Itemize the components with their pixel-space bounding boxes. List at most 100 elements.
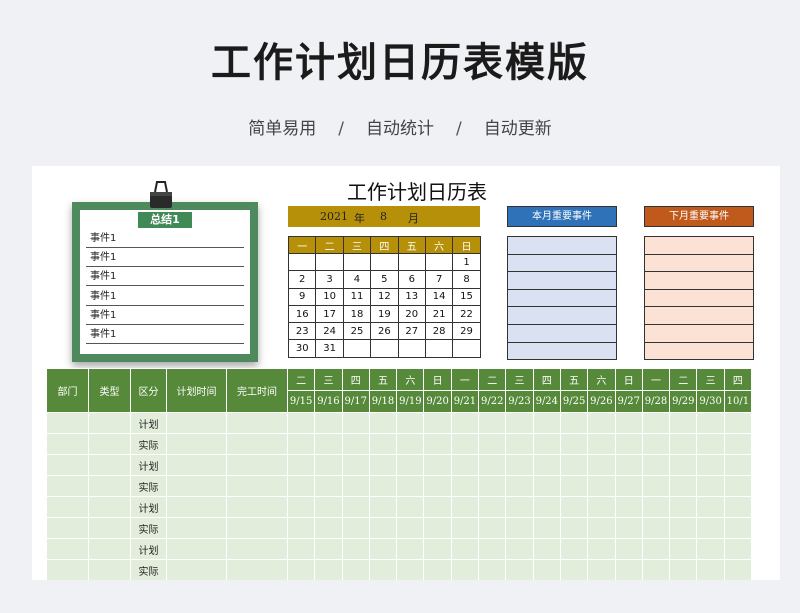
grid-cell[interactable] (532, 559, 561, 580)
calendar-day-cell[interactable]: 25 (342, 322, 372, 341)
grid-cell[interactable] (341, 475, 370, 497)
grid-cell[interactable] (669, 454, 698, 476)
calendar-day-cell[interactable]: 12 (370, 287, 399, 306)
calendar-day-cell[interactable]: 2 (287, 270, 317, 289)
calendar-day-cell[interactable]: 24 (315, 322, 344, 341)
grid-cell[interactable] (559, 517, 589, 539)
calendar-day-cell[interactable]: 26 (370, 322, 399, 341)
grid-cell[interactable] (341, 538, 370, 560)
calendar-day-cell[interactable]: 21 (424, 304, 454, 324)
grid-cell[interactable] (587, 475, 616, 497)
calendar-day-cell[interactable]: 7 (424, 270, 454, 289)
grid-cell[interactable] (286, 475, 316, 497)
event-cell[interactable] (644, 271, 754, 290)
grid-cell[interactable] (314, 559, 343, 580)
grid-cell[interactable] (478, 454, 507, 476)
grid-cell[interactable] (532, 475, 561, 497)
grid-cell[interactable] (341, 496, 370, 518)
grid-cell[interactable] (423, 538, 452, 560)
calendar-day-cell[interactable] (370, 339, 399, 358)
grid-cell[interactable] (166, 433, 227, 455)
grid-cell[interactable] (423, 559, 452, 580)
row-category-label[interactable]: 实际 (130, 475, 167, 497)
grid-cell[interactable] (368, 538, 398, 560)
grid-cell[interactable] (614, 538, 643, 560)
grid-cell[interactable] (368, 475, 398, 497)
calendar-day-cell[interactable]: 10 (315, 287, 344, 306)
calendar-day-cell[interactable]: 3 (315, 270, 344, 289)
grid-cell[interactable] (286, 412, 316, 434)
calendar-day-cell[interactable] (397, 339, 426, 358)
grid-cell[interactable] (286, 433, 316, 455)
event-cell[interactable] (644, 253, 754, 273)
grid-cell[interactable] (423, 454, 452, 476)
event-cell[interactable] (644, 288, 754, 308)
grid-cell[interactable] (478, 496, 507, 518)
calendar-day-cell[interactable]: 1 (452, 252, 481, 272)
grid-cell[interactable] (505, 412, 534, 434)
grid-cell[interactable] (226, 496, 288, 518)
grid-cell[interactable] (396, 538, 425, 560)
month-value[interactable]: 8 (380, 210, 387, 223)
grid-cell[interactable] (478, 433, 507, 455)
grid-cell[interactable] (46, 538, 89, 560)
grid-cell[interactable] (368, 433, 398, 455)
grid-cell[interactable] (226, 517, 288, 539)
grid-cell[interactable] (669, 496, 698, 518)
grid-cell[interactable] (641, 433, 671, 455)
event-cell[interactable] (644, 306, 754, 325)
calendar-day-cell[interactable]: 31 (315, 339, 344, 358)
calendar-day-cell[interactable]: 6 (397, 270, 426, 289)
grid-cell[interactable] (423, 496, 452, 518)
grid-cell[interactable] (450, 559, 480, 580)
grid-cell[interactable] (88, 454, 131, 476)
grid-cell[interactable] (341, 517, 370, 539)
calendar-day-cell[interactable] (315, 252, 344, 272)
calendar-day-cell[interactable]: 30 (287, 339, 317, 358)
calendar-day-cell[interactable]: 5 (370, 270, 399, 289)
calendar-day-cell[interactable] (342, 339, 372, 358)
calendar-day-cell[interactable]: 16 (287, 304, 317, 324)
grid-cell[interactable] (46, 496, 89, 518)
grid-cell[interactable] (696, 412, 725, 434)
grid-cell[interactable] (226, 433, 288, 455)
grid-cell[interactable] (88, 496, 131, 518)
summary-item[interactable]: 事件1 (86, 230, 244, 248)
calendar-day-cell[interactable] (287, 252, 317, 272)
grid-cell[interactable] (166, 475, 227, 497)
grid-cell[interactable] (641, 412, 671, 434)
calendar-day-cell[interactable]: 11 (342, 287, 372, 306)
grid-cell[interactable] (478, 517, 507, 539)
grid-cell[interactable] (641, 454, 671, 476)
grid-cell[interactable] (614, 454, 643, 476)
calendar-day-cell[interactable]: 17 (315, 304, 344, 324)
summary-item[interactable]: 事件1 (86, 288, 244, 306)
grid-cell[interactable] (587, 412, 616, 434)
grid-cell[interactable] (286, 517, 316, 539)
grid-cell[interactable] (286, 559, 316, 580)
grid-cell[interactable] (641, 475, 671, 497)
row-category-label[interactable]: 计划 (130, 412, 167, 434)
grid-cell[interactable] (226, 475, 288, 497)
grid-cell[interactable] (368, 517, 398, 539)
grid-cell[interactable] (314, 496, 343, 518)
grid-cell[interactable] (505, 517, 534, 539)
grid-cell[interactable] (286, 538, 316, 560)
calendar-day-cell[interactable]: 18 (342, 304, 372, 324)
event-cell[interactable] (507, 306, 617, 325)
grid-cell[interactable] (341, 412, 370, 434)
grid-cell[interactable] (166, 496, 227, 518)
grid-cell[interactable] (641, 559, 671, 580)
grid-cell[interactable] (166, 412, 227, 434)
grid-cell[interactable] (669, 559, 698, 580)
grid-cell[interactable] (368, 496, 398, 518)
grid-cell[interactable] (341, 559, 370, 580)
row-category-label[interactable]: 实际 (130, 517, 167, 539)
row-category-label[interactable]: 计划 (130, 538, 167, 560)
calendar-day-cell[interactable]: 14 (424, 287, 454, 306)
grid-cell[interactable] (614, 412, 643, 434)
event-cell[interactable] (644, 341, 754, 361)
grid-cell[interactable] (88, 433, 131, 455)
grid-cell[interactable] (723, 412, 753, 434)
grid-cell[interactable] (314, 538, 343, 560)
